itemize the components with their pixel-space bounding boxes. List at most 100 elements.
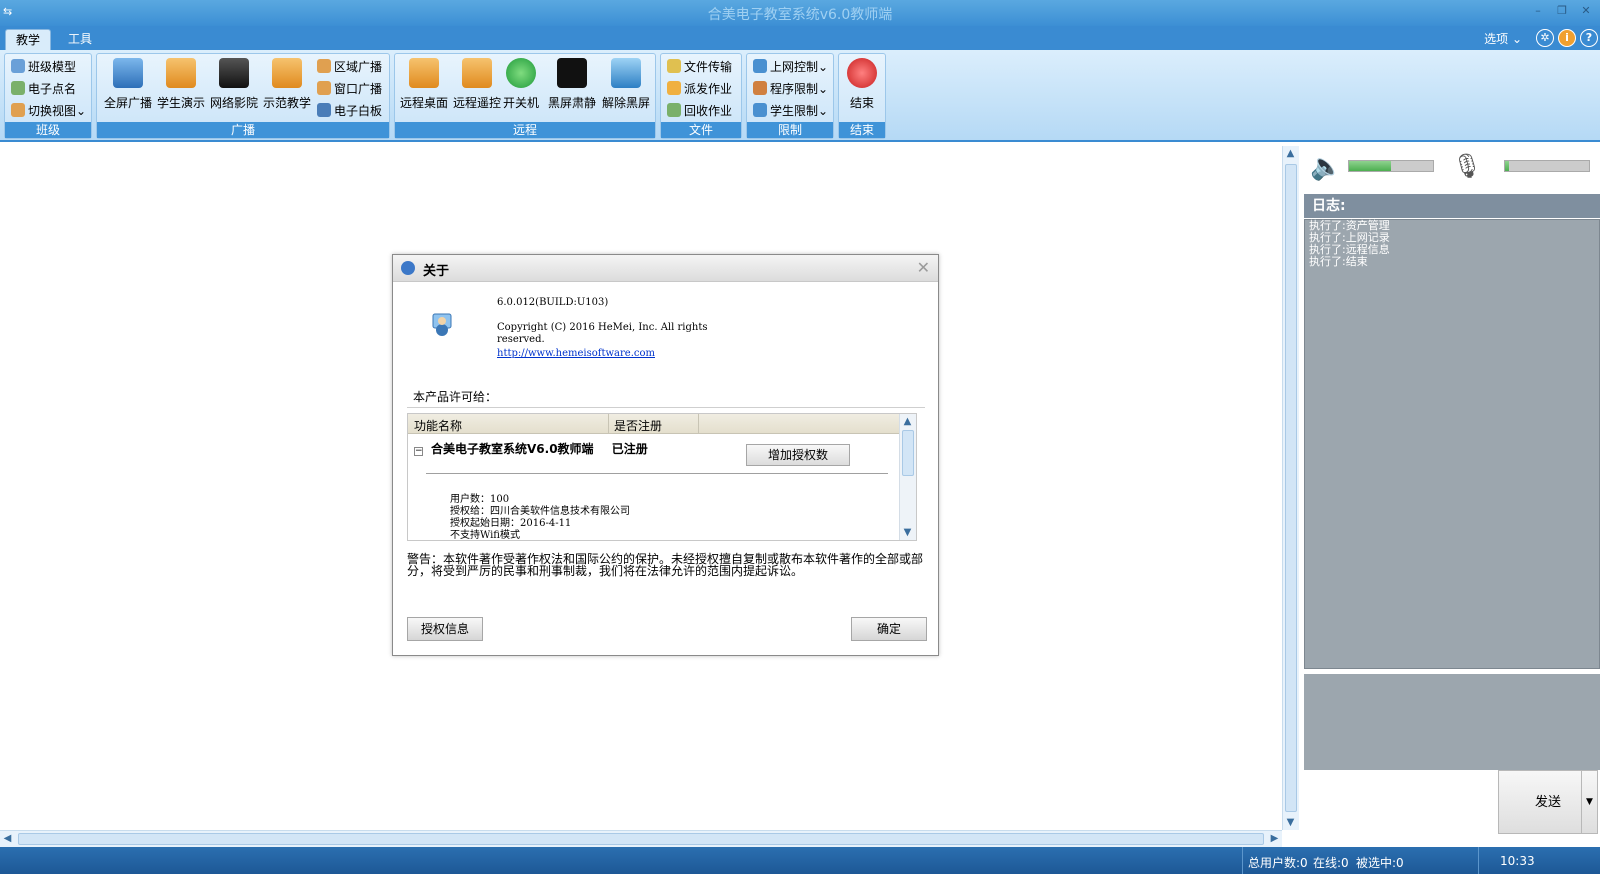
whiteboard-button[interactable]: 电子白板 <box>317 101 382 121</box>
switch-view-icon <box>11 103 25 117</box>
distribute-homework-icon <box>667 81 681 95</box>
tab-teaching[interactable]: 教学 <box>5 29 52 50</box>
ribbon-group-end: 结束 结束 <box>838 53 886 139</box>
close-icon[interactable]: ✕ <box>1578 4 1594 18</box>
blackscreen-label: 黑屏肃静 <box>547 96 596 110</box>
grid-scroll-up-icon[interactable]: ▲ <box>900 414 915 429</box>
remote-control-button[interactable]: 远程遥控 <box>450 58 504 118</box>
roll-call-button[interactable]: 电子点名 <box>11 79 76 99</box>
fullscreen-broadcast-button[interactable]: 全屏广播 <box>101 58 155 118</box>
right-panel: 🔈 🎙 日志: 执行了:资产管理 执行了:上网记录 执行了:远程信息 执行了:结… <box>1304 146 1600 874</box>
power-icon <box>506 58 536 88</box>
website-link[interactable]: http://www.hemeisoftware.com <box>497 348 655 359</box>
program-limit-button[interactable]: 程序限制⌄ <box>753 79 828 99</box>
microphone-icon[interactable]: 🎙 <box>1452 152 1482 180</box>
add-license-button[interactable]: 增加授权数 <box>746 444 850 466</box>
file-transfer-button[interactable]: 文件传输 <box>667 57 732 77</box>
distribute-homework-button[interactable]: 派发作业 <box>667 79 732 99</box>
log-title: 日志: <box>1304 194 1600 218</box>
window-broadcast-button[interactable]: 窗口广播 <box>317 79 382 99</box>
horizontal-scroll-thumb[interactable] <box>18 833 1264 845</box>
tab-tools[interactable]: 工具 <box>58 29 102 50</box>
status-bar: 总用户数:0 在线:0 被选中:0 10:33 <box>0 847 1600 874</box>
program-limit-label: 程序限制 <box>770 82 819 96</box>
options-label: 选项 <box>1484 32 1509 46</box>
column-separator <box>698 414 699 434</box>
area-broadcast-label: 区域广播 <box>334 60 383 74</box>
dialog-title: 关于 <box>423 264 450 279</box>
switch-view-label: 切换视图 <box>28 104 77 118</box>
column-separator <box>608 414 609 434</box>
license-info-button[interactable]: 授权信息 <box>407 617 483 641</box>
program-limit-icon <box>753 81 767 95</box>
send-button[interactable]: 发送 ▼ <box>1498 770 1598 834</box>
collect-homework-label: 回收作业 <box>684 104 733 118</box>
dialog-title-bar: 关于 ✕ <box>393 255 938 282</box>
status-total-users: 总用户数:0 <box>1248 856 1308 870</box>
grid-vertical-scrollbar[interactable]: ▲ ▼ <box>899 414 916 540</box>
internet-control-icon <box>753 59 767 73</box>
menu-tab-row: 教学 工具 <box>0 26 1600 50</box>
message-input-area[interactable]: 发送 ▼ <box>1304 770 1600 848</box>
demo-teaching-button[interactable]: 示范教学 <box>260 58 314 118</box>
feature-name: 合美电子教室系统V6.0教师端 <box>431 442 594 456</box>
unblackscreen-label: 解除黑屏 <box>601 96 650 110</box>
scroll-left-icon[interactable]: ◀ <box>0 831 15 846</box>
grid-scroll-down-icon[interactable]: ▼ <box>900 525 915 540</box>
options-menu[interactable]: 选项 ⌄ <box>1484 30 1522 47</box>
mic-volume-slider[interactable] <box>1504 160 1590 172</box>
dialog-close-icon[interactable]: ✕ <box>917 258 930 277</box>
column-feature-name: 功能名称 <box>414 419 463 433</box>
remote-control-label: 远程遥控 <box>452 96 501 110</box>
license-grid: 功能名称 是否注册 − 合美电子教室系统V6.0教师端 已注册 增加授权数 用户数… <box>407 413 917 541</box>
ribbon-group-file: 文件传输 派发作业 回收作业 文件 <box>660 53 742 139</box>
vertical-scroll-thumb[interactable] <box>1285 164 1297 812</box>
status-separator <box>1242 847 1243 874</box>
ribbon-group-class: 班级模型 电子点名 切换视图⌄ 班级 <box>4 53 92 139</box>
grid-scroll-thumb[interactable] <box>902 430 914 476</box>
unblackscreen-button[interactable]: 解除黑屏 <box>599 58 653 118</box>
detail-licensee: 授权给：四川合美软件信息技术有限公司 <box>450 506 630 517</box>
class-model-button[interactable]: 班级模型 <box>11 57 76 77</box>
license-details: 用户数：100 授权给：四川合美软件信息技术有限公司 授权起始日期：2016-4… <box>450 494 630 540</box>
network-cinema-button[interactable]: 网络影院 <box>207 58 261 118</box>
minimize-icon[interactable]: – <box>1530 4 1546 18</box>
student-limit-button[interactable]: 学生限制⌄ <box>753 101 828 121</box>
collect-homework-button[interactable]: 回收作业 <box>667 101 732 121</box>
end-button[interactable]: 结束 <box>835 58 889 118</box>
switch-view-button[interactable]: 切换视图⌄ <box>11 101 86 121</box>
ok-button[interactable]: 确定 <box>851 617 927 641</box>
remote-desktop-button[interactable]: 远程桌面 <box>397 58 451 118</box>
group-label-limit: 限制 <box>747 122 833 138</box>
demo-teaching-label: 示范教学 <box>262 96 311 110</box>
monitor-icon <box>611 58 641 88</box>
internet-control-label: 上网控制 <box>770 60 819 74</box>
area-broadcast-button[interactable]: 区域广播 <box>317 57 382 77</box>
speaker-icon[interactable]: 🔈 <box>1310 152 1342 182</box>
blackscreen-button[interactable]: 黑屏肃静 <box>545 58 599 118</box>
power-button[interactable]: 开关机 <box>499 58 543 118</box>
message-input[interactable] <box>1306 770 1492 834</box>
gear-icon[interactable]: ✲ <box>1536 29 1554 47</box>
speaker-volume-slider[interactable] <box>1348 160 1434 172</box>
restore-icon[interactable]: ❐ <box>1554 4 1570 18</box>
scroll-right-icon[interactable]: ▶ <box>1267 831 1282 846</box>
mic-volume-fill <box>1505 161 1510 171</box>
ribbon-group-remote: 远程桌面 远程遥控 开关机 黑屏肃静 解除黑屏 远程 <box>394 53 656 139</box>
workspace-vertical-scrollbar[interactable]: ▲ ▼ <box>1282 146 1299 830</box>
file-transfer-label: 文件传输 <box>684 60 733 74</box>
help-icon[interactable]: ? <box>1580 29 1598 47</box>
license-to-label: 本产品许可给： <box>413 390 498 404</box>
collapse-icon[interactable]: − <box>414 447 423 456</box>
group-label-broadcast: 广播 <box>97 122 389 138</box>
scroll-up-icon[interactable]: ▲ <box>1283 146 1298 161</box>
whiteboard-label: 电子白板 <box>334 104 383 118</box>
send-dropdown-icon[interactable]: ▼ <box>1581 771 1597 833</box>
network-cinema-label: 网络影院 <box>209 96 258 110</box>
workspace-horizontal-scrollbar[interactable]: ◀ ▶ <box>0 830 1282 847</box>
info-icon[interactable]: i <box>1558 29 1576 47</box>
student-demo-button[interactable]: 学生演示 <box>154 58 208 118</box>
internet-control-button[interactable]: 上网控制⌄ <box>753 57 828 77</box>
scroll-down-icon[interactable]: ▼ <box>1283 815 1298 830</box>
end-label: 结束 <box>849 96 874 110</box>
